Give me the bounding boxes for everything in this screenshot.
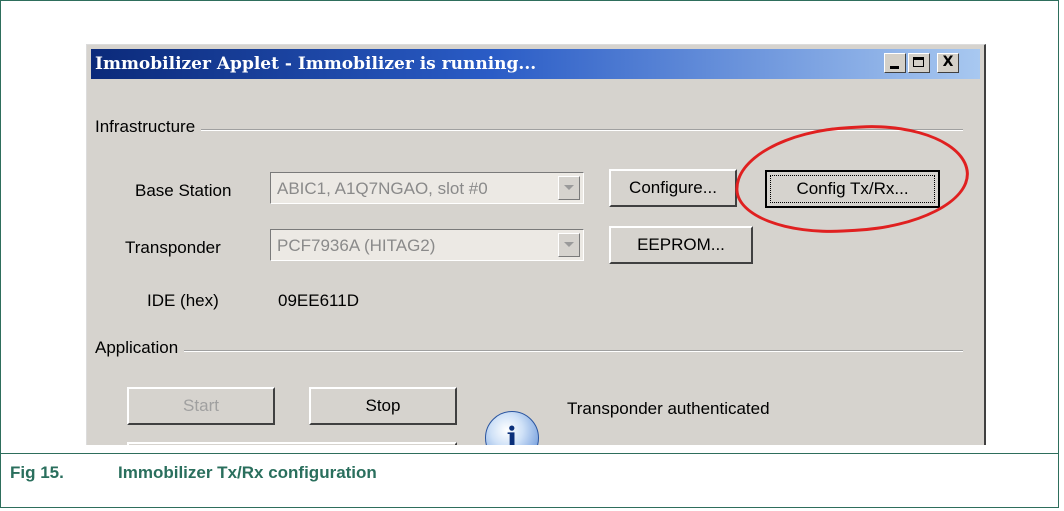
- title-bar[interactable]: Immobilizer Applet - Immobilizer is runn…: [91, 49, 980, 79]
- maximize-icon: [913, 57, 924, 67]
- minimize-button[interactable]: [884, 53, 906, 73]
- configure-button[interactable]: Configure...: [609, 169, 737, 207]
- infrastructure-group-label: Infrastructure: [95, 117, 202, 137]
- chevron-down-icon[interactable]: [558, 176, 580, 200]
- figure-caption: Fig 15. Immobilizer Tx/Rx configuration: [10, 463, 377, 483]
- transponder-label: Transponder: [125, 238, 221, 257]
- close-icon: X: [942, 54, 954, 70]
- transponder-select[interactable]: PCF7936A (HITAG2): [270, 229, 584, 261]
- infrastructure-group-line: [95, 129, 963, 131]
- chevron-down-icon[interactable]: [558, 233, 580, 257]
- figure-number: Fig 15.: [10, 463, 64, 482]
- hidden-button[interactable]: [127, 442, 457, 445]
- stop-button[interactable]: Stop: [309, 387, 457, 425]
- info-icon: i: [485, 411, 539, 445]
- maximize-button[interactable]: [908, 53, 930, 73]
- base-station-value: ABIC1, A1Q7NGAO, slot #0: [277, 179, 488, 198]
- application-group-label: Application: [95, 338, 185, 358]
- config-txrx-label: Config Tx/Rx...: [796, 179, 909, 198]
- window-title: Immobilizer Applet - Immobilizer is runn…: [95, 54, 537, 74]
- close-button[interactable]: X: [937, 53, 959, 73]
- caption-divider: [0, 453, 1059, 454]
- base-station-select[interactable]: ABIC1, A1Q7NGAO, slot #0: [270, 172, 584, 204]
- transponder-value: PCF7936A (HITAG2): [277, 236, 436, 255]
- applet-window: Immobilizer Applet - Immobilizer is runn…: [86, 44, 986, 445]
- eeprom-button[interactable]: EEPROM...: [609, 226, 753, 264]
- application-group-line: [95, 350, 963, 352]
- figure-title: Immobilizer Tx/Rx configuration: [118, 463, 377, 482]
- ide-label: IDE (hex): [147, 291, 219, 310]
- start-button[interactable]: Start: [127, 387, 275, 425]
- minimize-icon: [890, 66, 899, 69]
- status-text: Transponder authenticated: [567, 399, 770, 418]
- config-txrx-button[interactable]: Config Tx/Rx...: [765, 170, 940, 208]
- ide-value: 09EE611D: [278, 291, 359, 310]
- base-station-label: Base Station: [135, 181, 232, 200]
